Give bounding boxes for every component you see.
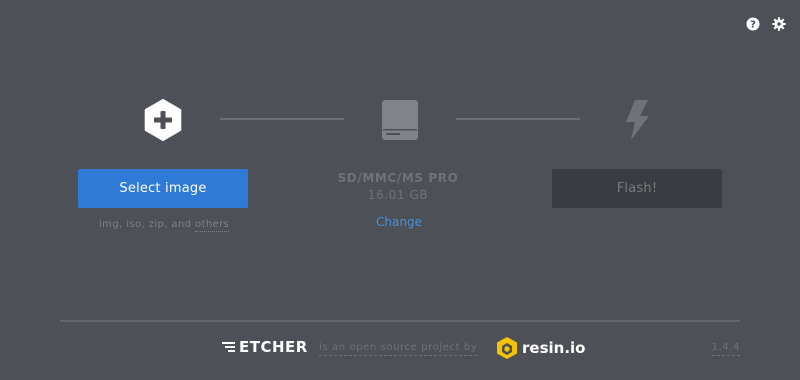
- resin-brand-text: resin.io: [522, 339, 586, 357]
- drive-size: 16.01 GB: [367, 188, 429, 202]
- connector-line-2: [456, 118, 580, 120]
- footer: ETCHER is an open source project by resi…: [0, 332, 800, 366]
- plus-hexagon-icon: [138, 95, 188, 145]
- footer-divider: [60, 320, 740, 322]
- supported-formats-hint: img, iso, zip, and others: [99, 219, 230, 232]
- footer-tagline: is an open source project by: [319, 342, 478, 356]
- top-icons: ?: [746, 17, 786, 31]
- formats-text: img, iso, zip, and: [99, 219, 192, 230]
- etcher-logo[interactable]: ETCHER: [222, 338, 308, 356]
- version-label[interactable]: 1.4.4: [711, 342, 740, 356]
- etcher-brand-text: ETCHER: [239, 338, 308, 356]
- resin-logo[interactable]: resin.io: [496, 336, 585, 360]
- resin-cube-icon: [497, 337, 517, 359]
- svg-text:?: ?: [750, 20, 756, 31]
- drive-icon: [375, 95, 425, 145]
- help-icon[interactable]: ?: [746, 17, 760, 31]
- select-image-button[interactable]: Select image: [78, 169, 248, 208]
- settings-icon[interactable]: [772, 17, 786, 31]
- other-formats-link[interactable]: others: [195, 219, 230, 232]
- connector-line-1: [220, 118, 344, 120]
- flash-button[interactable]: Flash!: [552, 169, 722, 208]
- flash-icon: [612, 95, 662, 145]
- change-drive-link[interactable]: Change: [299, 215, 499, 229]
- drive-name: SD/MMC/MS PRO: [337, 171, 459, 185]
